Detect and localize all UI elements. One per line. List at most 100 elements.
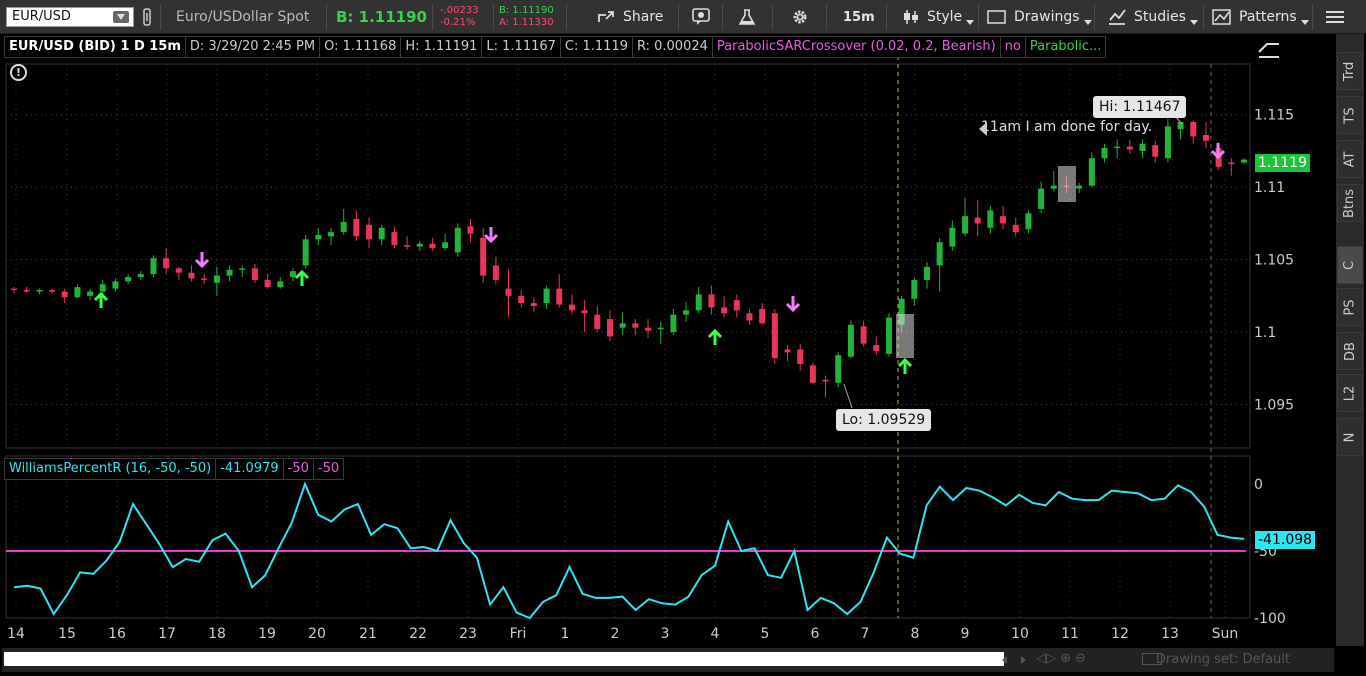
info-close: C: 1.1119 [559, 36, 633, 58]
info-high: H: 1.11191 [400, 36, 483, 58]
candle-body [480, 237, 487, 276]
alert-icon[interactable]: ! [10, 64, 27, 81]
patterns-button[interactable]: Patterns [1212, 0, 1309, 34]
candle-body [49, 290, 56, 292]
candle-body [277, 281, 284, 288]
candle-body [784, 349, 791, 353]
info-low: L: 1.11167 [481, 36, 561, 58]
highlight-box [1058, 166, 1076, 202]
drawing-set-label[interactable]: Drawing set: Default [1156, 652, 1290, 667]
candle-body [442, 242, 449, 249]
study2-label[interactable]: Parabolic... [1024, 36, 1107, 58]
candle-body [125, 277, 132, 282]
timeframe-button[interactable]: 15m [843, 0, 875, 34]
side-tab-trd[interactable]: Trd [1337, 52, 1363, 90]
chevron-down-icon [1189, 19, 1198, 25]
symbol-text: EUR/USD [12, 9, 71, 24]
drawings-button[interactable]: Drawings [987, 0, 1092, 34]
candle-body [1025, 213, 1032, 230]
time-tick-label: 6 [811, 626, 820, 642]
symbol-selector[interactable]: EUR/USD [6, 7, 134, 27]
style-button[interactable]: Style [902, 0, 975, 34]
time-tick-label: 19 [258, 626, 276, 642]
candle-body [429, 243, 436, 249]
candle-body [683, 310, 690, 315]
candle-body [492, 265, 499, 280]
highlight-box [896, 314, 914, 358]
chevron-down-icon[interactable] [113, 11, 129, 23]
candle-body [315, 234, 322, 240]
candle-body [543, 288, 550, 304]
time-tick-label: 16 [108, 626, 126, 642]
share-button[interactable]: Share [597, 0, 663, 34]
candle-body [251, 268, 258, 280]
candle-body [962, 216, 969, 234]
sell-arrow-icon [194, 252, 210, 269]
candle-body [606, 319, 613, 337]
horizontal-scrollbar[interactable]: ◁▷ ⊕ ⊖ Drawing set: Default [2, 648, 1334, 672]
change-values: -.00233 -0.21% [440, 0, 479, 34]
hi-label: Hi: 1.11467 [1093, 96, 1187, 118]
scroll-track[interactable] [4, 652, 1004, 666]
link-icon[interactable] [142, 0, 152, 34]
side-tab-ps[interactable]: PS [1337, 288, 1363, 326]
lo-label: Lo: 1.09529 [836, 409, 932, 431]
zoom-icons[interactable]: ◁▷ ⊕ ⊖ [1036, 651, 1086, 666]
time-tick-label: 3 [661, 626, 670, 642]
time-tick-label: 10 [1011, 626, 1029, 642]
lo-connector [843, 383, 853, 409]
chevron-down-icon [1083, 19, 1092, 25]
wpr-label[interactable]: WilliamsPercentR (16, -50, -50) [4, 458, 217, 480]
studies-button[interactable]: Studies [1107, 0, 1198, 34]
candle-body [721, 307, 728, 314]
candle-body [860, 326, 867, 344]
menu-icon[interactable] [1325, 0, 1345, 34]
buy-arrow-icon [707, 328, 723, 345]
price-tick-label: 1.1 [1254, 325, 1276, 341]
candle-body [1228, 162, 1235, 165]
buy-arrow-icon [897, 357, 913, 374]
candle-body [835, 355, 842, 383]
chart-settings-icon[interactable] [1257, 38, 1281, 64]
candle-body [1038, 188, 1045, 209]
time-tick-label: 1 [561, 626, 570, 642]
scroll-left-icon[interactable] [1002, 656, 1007, 664]
side-tab-db[interactable]: DB [1337, 332, 1363, 370]
candle-body [873, 345, 880, 351]
candle-body [226, 269, 233, 276]
net-change: -.00233 [440, 5, 479, 16]
message-icon[interactable] [692, 0, 712, 34]
chart-note[interactable]: 11am I am done for day. [978, 119, 1152, 136]
wpr-param2: -50 [312, 458, 345, 480]
side-tab-at[interactable]: AT [1337, 140, 1363, 178]
candle-body [87, 291, 94, 296]
share-icon [598, 11, 614, 22]
candle-body [974, 217, 981, 224]
time-tick-label: Fri [510, 626, 527, 642]
candle-body [797, 349, 804, 364]
flask-icon[interactable] [738, 0, 756, 34]
time-tick-label: 15 [58, 626, 76, 642]
candle-body [1000, 216, 1007, 224]
candle-body [619, 323, 626, 328]
time-tick-label: 9 [961, 626, 970, 642]
side-tab-l2[interactable]: L2 [1337, 374, 1363, 412]
candle-body [11, 288, 17, 291]
candle-body [61, 291, 68, 298]
candle-body [416, 243, 423, 247]
time-tick-label: 13 [1161, 626, 1179, 642]
side-tab-c[interactable]: C [1337, 246, 1363, 284]
candle-body [568, 304, 575, 311]
candle-body [847, 324, 854, 357]
candle-body [1139, 143, 1146, 151]
study-label[interactable]: ParabolicSARCrossover (0.02, 0.2, Bearis… [711, 36, 1001, 58]
scroll-right-icon[interactable] [1021, 656, 1026, 664]
candle-body [264, 279, 271, 288]
candle-body [1012, 224, 1019, 233]
side-tab-btns[interactable]: Btns [1337, 184, 1363, 222]
ask-small: A: 1.11330 [499, 17, 554, 28]
side-tab-ts[interactable]: TS [1337, 96, 1363, 134]
wpr-param1: -50 [282, 458, 314, 480]
gear-icon[interactable] [791, 0, 809, 34]
side-tab-n[interactable]: N [1337, 418, 1363, 456]
